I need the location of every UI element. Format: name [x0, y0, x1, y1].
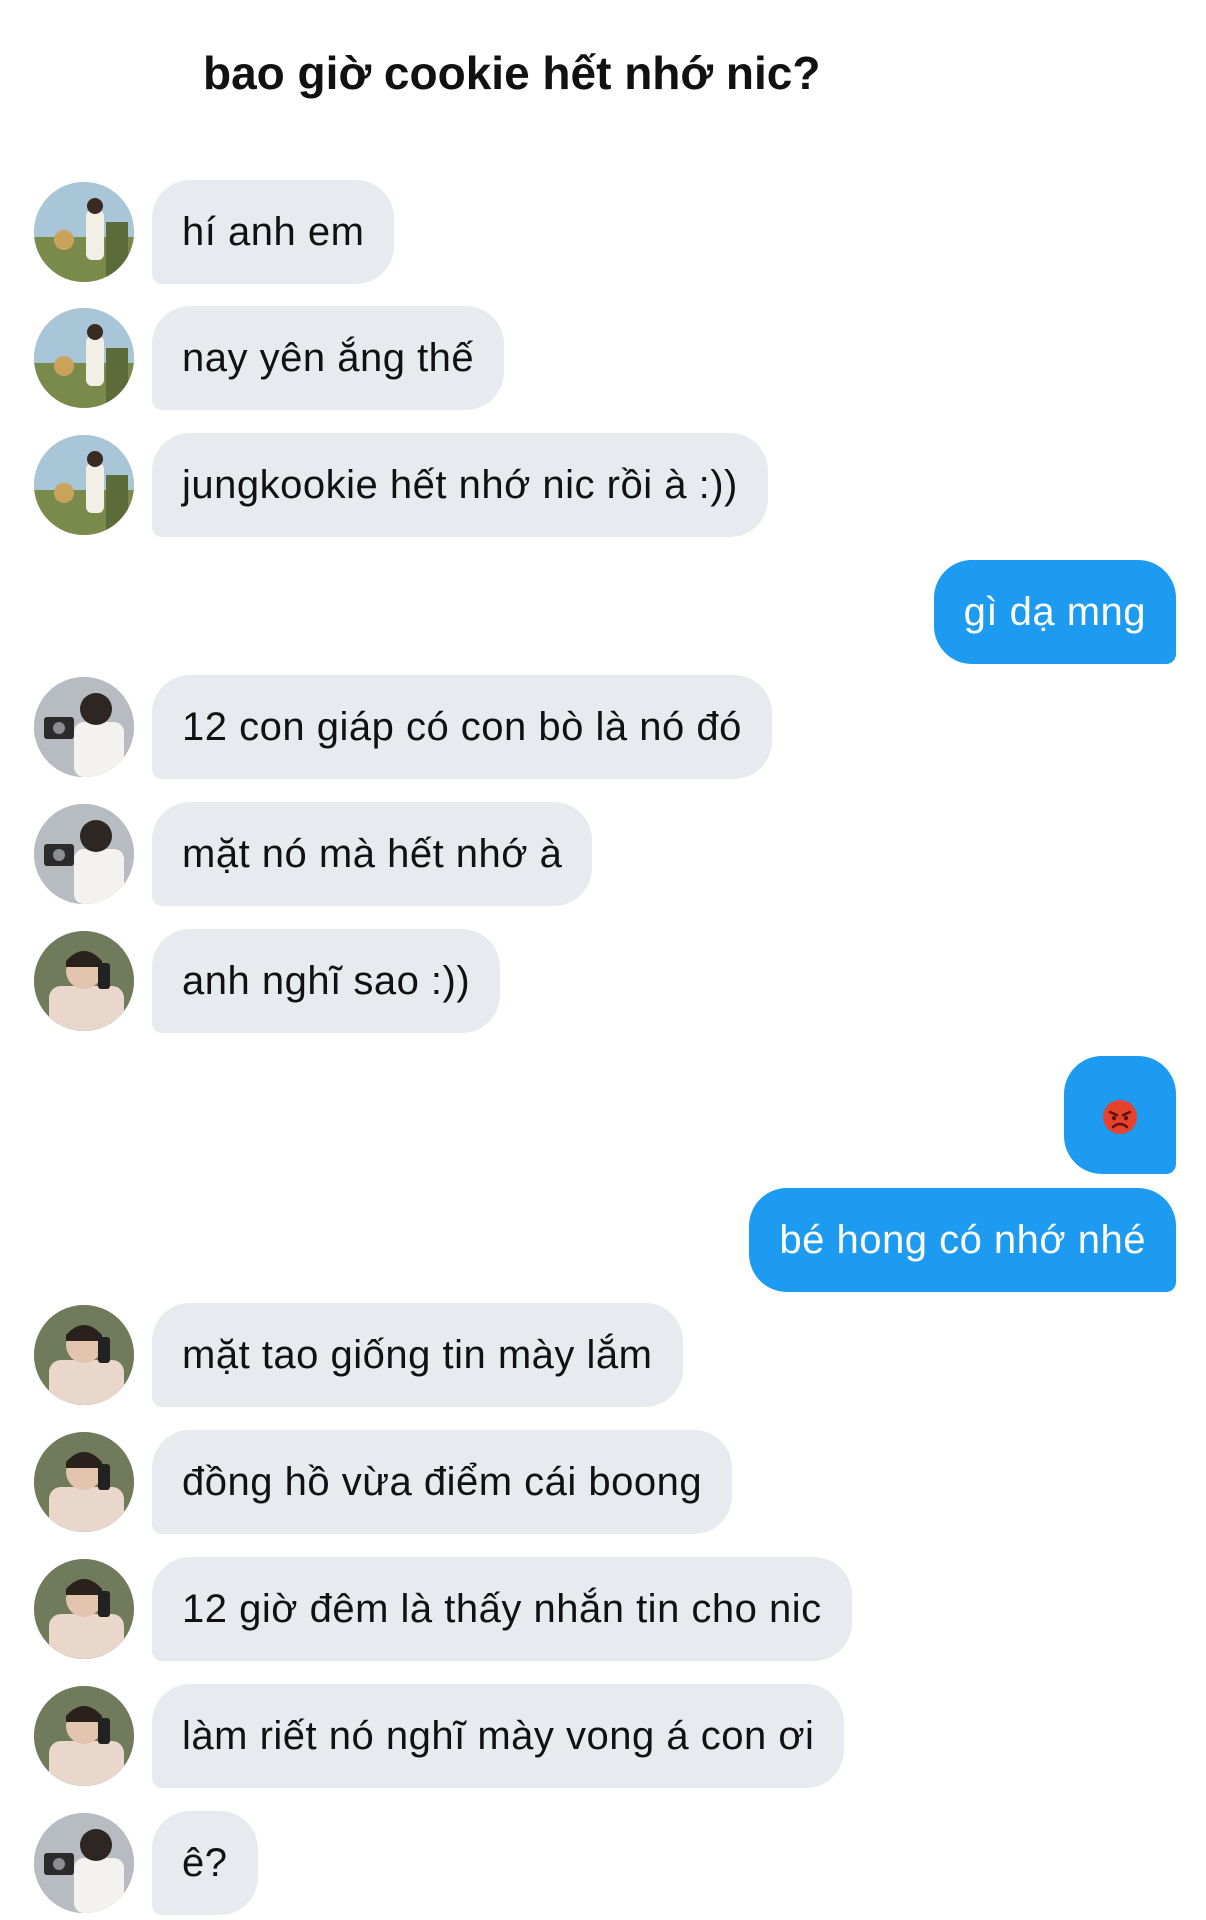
message-bubble[interactable]: làm riết nó nghĩ mày vong á con ơi — [152, 1684, 845, 1788]
avatar-phone-icon — [34, 1686, 134, 1786]
message-bubble[interactable]: nay yên ắng thế — [152, 306, 505, 410]
avatar-phone-icon — [34, 1559, 134, 1659]
message-bubble[interactable]: ê? — [152, 1811, 258, 1915]
avatar-phone[interactable] — [34, 1305, 134, 1405]
avatar-phone[interactable] — [34, 1686, 134, 1786]
message-row: 12 con giáp có con bò là nó đó — [0, 675, 1206, 779]
avatar-outdoor[interactable] — [34, 182, 134, 282]
message-thread: hí anh em nay yên ắng thế jungkookie hết… — [0, 0, 1206, 1920]
message-bubble[interactable] — [1064, 1056, 1176, 1174]
message-row: bé hong có nhớ nhé — [0, 1188, 1206, 1292]
message-row — [0, 1056, 1206, 1174]
avatar-outdoor-icon — [34, 182, 134, 282]
message-row: ê? — [0, 1811, 1206, 1915]
avatar-camera-icon — [34, 677, 134, 777]
message-bubble[interactable]: hí anh em — [152, 180, 395, 284]
avatar-phone-icon — [34, 1432, 134, 1532]
message-row: mặt tao giống tin mày lắm — [0, 1303, 1206, 1407]
message-bubble[interactable]: anh nghĩ sao :)) — [152, 929, 501, 1033]
avatar-phone-icon — [34, 1305, 134, 1405]
avatar-outdoor[interactable] — [34, 435, 134, 535]
message-row: làm riết nó nghĩ mày vong á con ơi — [0, 1684, 1206, 1788]
avatar-phone[interactable] — [34, 1432, 134, 1532]
message-row: hí anh em — [0, 180, 1206, 284]
message-bubble[interactable]: đồng hồ vừa điểm cái boong — [152, 1430, 733, 1534]
message-row: anh nghĩ sao :)) — [0, 929, 1206, 1033]
avatar-camera[interactable] — [34, 804, 134, 904]
message-bubble[interactable]: 12 giờ đêm là thấy nhắn tin cho nic — [152, 1557, 852, 1661]
avatar-outdoor[interactable] — [34, 308, 134, 408]
avatar-camera[interactable] — [34, 1813, 134, 1913]
message-bubble[interactable]: gì dạ mng — [933, 560, 1176, 664]
avatar-phone[interactable] — [34, 1559, 134, 1659]
message-bubble[interactable]: mặt tao giống tin mày lắm — [152, 1303, 683, 1407]
avatar-phone[interactable] — [34, 931, 134, 1031]
avatar-phone-icon — [34, 931, 134, 1031]
message-bubble[interactable]: 12 con giáp có con bò là nó đó — [152, 675, 772, 779]
message-bubble[interactable]: bé hong có nhớ nhé — [749, 1188, 1176, 1292]
message-row: đồng hồ vừa điểm cái boong — [0, 1430, 1206, 1534]
message-row: 12 giờ đêm là thấy nhắn tin cho nic — [0, 1557, 1206, 1661]
message-row: jungkookie hết nhớ nic rồi à :)) — [0, 433, 1206, 537]
message-row: mặt nó mà hết nhớ à — [0, 802, 1206, 906]
message-row: gì dạ mng — [0, 560, 1206, 664]
avatar-camera[interactable] — [34, 677, 134, 777]
message-bubble[interactable]: mặt nó mà hết nhớ à — [152, 802, 593, 906]
message-bubble[interactable]: jungkookie hết nhớ nic rồi à :)) — [152, 433, 768, 537]
angry-face-icon — [1103, 1100, 1137, 1135]
message-row: nay yên ắng thế — [0, 306, 1206, 410]
avatar-outdoor-icon — [34, 435, 134, 535]
avatar-camera-icon — [34, 1813, 134, 1913]
avatar-camera-icon — [34, 804, 134, 904]
avatar-outdoor-icon — [34, 308, 134, 408]
